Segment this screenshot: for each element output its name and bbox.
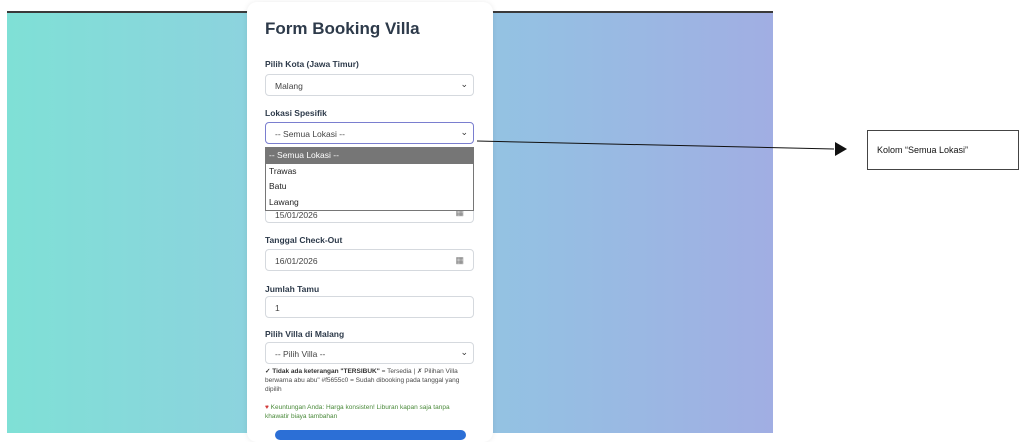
chevron-down-icon: ⌄ [460,347,468,357]
lokasi-label: Lokasi Spesifik [265,108,327,118]
lokasi-select[interactable]: -- Semua Lokasi -- ⌄ [265,122,474,144]
checkout-label: Tanggal Check-Out [265,235,343,245]
callout-text: Kolom “Semua Lokasi” [877,145,969,155]
calendar-icon[interactable]: ▦ [455,255,464,266]
checkout-date-value: 16/01/2026 [275,256,318,266]
availability-note: ✓ Tidak ada keterangan "TERSIBUK" = Ters… [265,367,475,394]
lokasi-dropdown-list: -- Semua Lokasi -- Trawas Batu Lawang [265,147,474,211]
villa-select[interactable]: -- Pilih Villa -- ⌄ [265,342,474,364]
tamu-input-value: 1 [275,303,280,313]
tamu-input[interactable]: 1 [265,296,474,318]
promo-note: ♥ Keuntungan Anda: Harga konsisten! Libu… [265,403,475,421]
heart-icon: ♥ [265,404,269,411]
villa-select-value: -- Pilih Villa -- [275,349,326,359]
chevron-down-icon: ⌄ [460,79,468,89]
checkout-date-input[interactable]: 16/01/2026 ▦ [265,249,474,271]
arrow-line [476,140,835,150]
form-title: Form Booking Villa [265,19,420,38]
villa-label: Pilih Villa di Malang [265,329,345,339]
lokasi-select-value: -- Semua Lokasi -- [275,129,345,139]
arrow-head [835,142,847,156]
tamu-label: Jumlah Tamu [265,284,320,294]
callout-box: Kolom “Semua Lokasi” [867,130,1019,170]
chevron-down-icon: ⌄ [460,127,468,137]
lokasi-option[interactable]: Batu [266,179,473,195]
booking-form-card: Form Booking Villa Pilih Kota (Jawa Timu… [247,2,493,442]
promo-note-text: Keuntungan Anda: Harga konsisten! Libura… [265,404,450,420]
submit-button[interactable] [275,430,466,440]
kota-label: Pilih Kota (Jawa Timur) [265,59,359,69]
availability-note-bold: ✓ Tidak ada keterangan "TERSIBUK" [265,368,380,375]
lokasi-option[interactable]: Lawang [266,195,473,211]
lokasi-option[interactable]: Trawas [266,164,473,180]
annotation-arrow [476,140,847,156]
lokasi-option[interactable]: -- Semua Lokasi -- [266,148,473,164]
kota-select[interactable]: Malang ⌄ [265,74,474,96]
checkin-date-value: 15/01/2026 [275,210,318,220]
kota-select-value: Malang [275,81,303,91]
